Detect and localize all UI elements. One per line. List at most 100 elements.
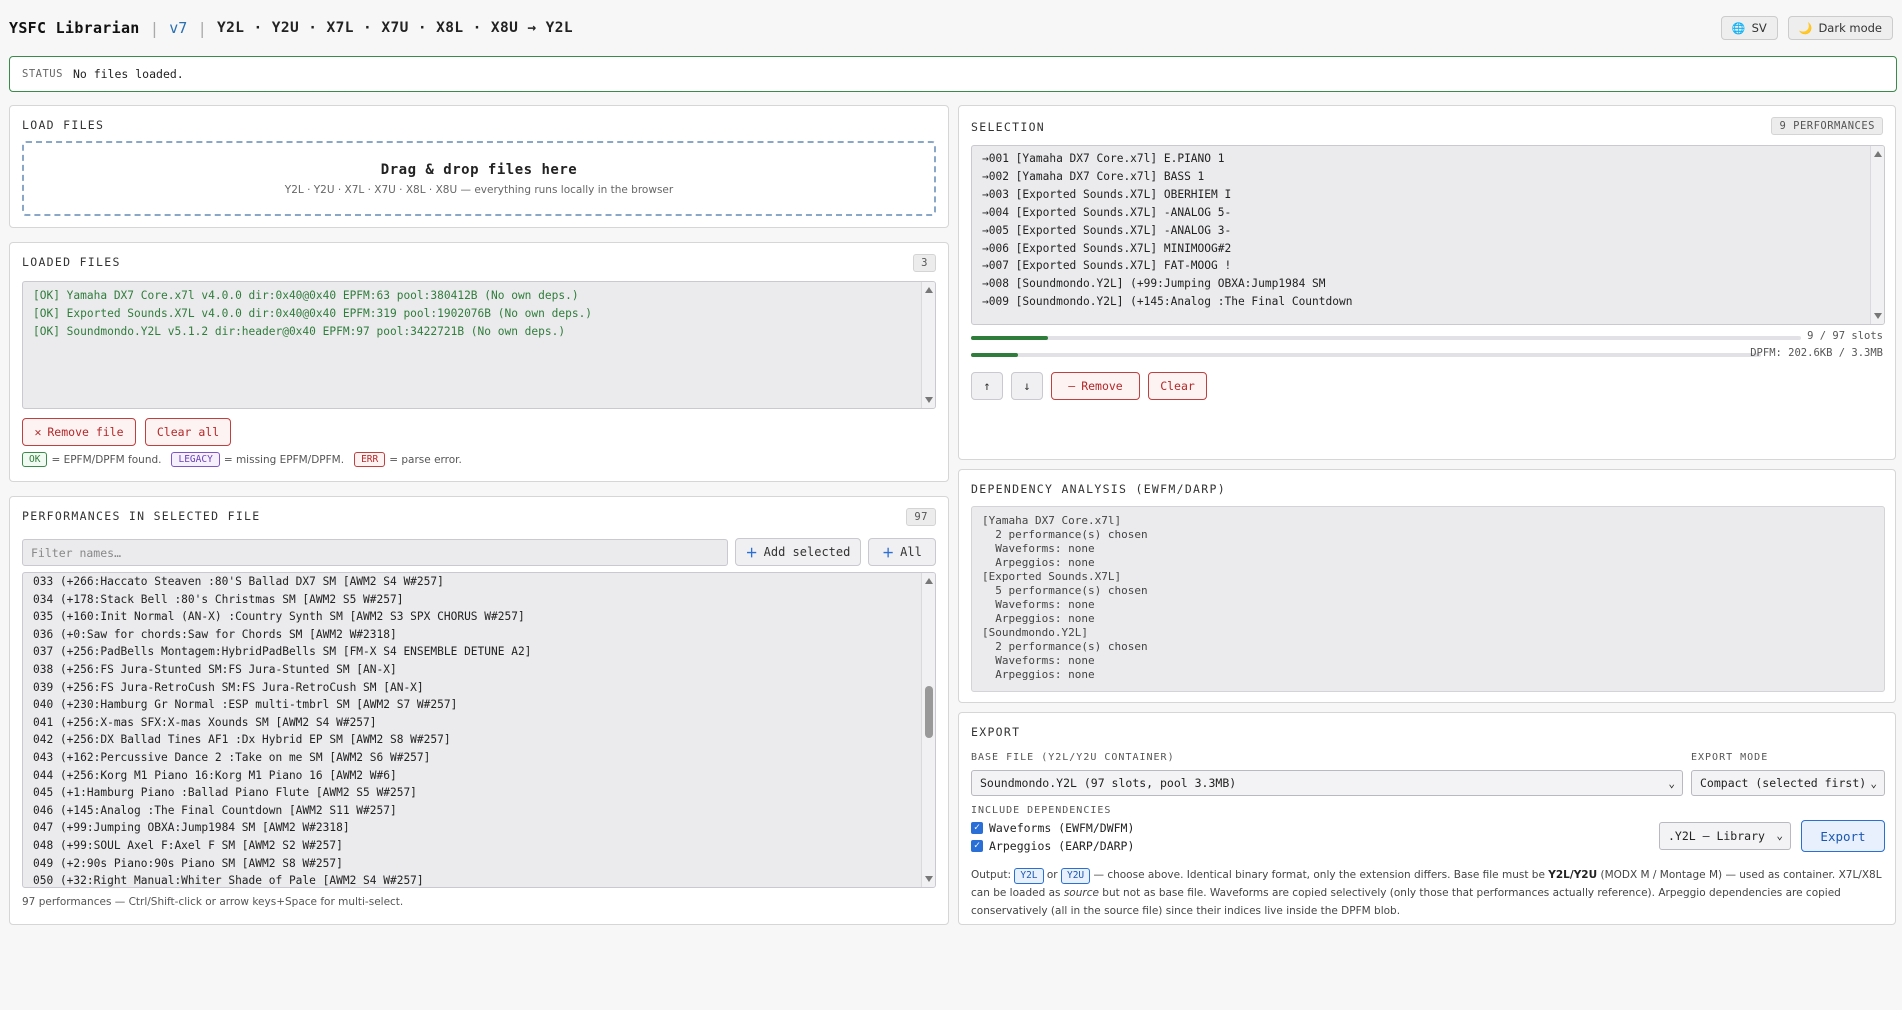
- performance-row[interactable]: 044 (+256:Korg M1 Piano 16:Korg M1 Piano…: [33, 767, 925, 785]
- status-legend: OK = EPFM/DPFM found. LEGACY = missing E…: [22, 452, 462, 467]
- drop-zone-title: Drag & drop files here: [380, 162, 578, 178]
- dark-mode-label: Dark mode: [1818, 21, 1882, 35]
- dependency-output: [Yamaha DX7 Core.x7l] 2 performance(s) c…: [971, 506, 1885, 692]
- err-tag: ERR: [354, 452, 386, 467]
- selection-row[interactable]: →006 [Exported Sounds.X7L] MINIMOOG#2: [982, 240, 1874, 258]
- dpfm-label: DPFM: 202.6KB / 3.3MB: [1750, 347, 1883, 359]
- arrow-down-icon: ↓: [1023, 379, 1031, 393]
- plus-icon: ＋: [882, 545, 895, 560]
- export-button[interactable]: Export: [1801, 820, 1885, 852]
- export-panel: EXPORT BASE FILE (Y2L/Y2U CONTAINER) Sou…: [958, 712, 1896, 925]
- format-select[interactable]: .Y2L — Library ⌄: [1659, 822, 1791, 850]
- ok-tag: OK: [22, 452, 48, 467]
- selection-panel: SELECTION 9 PERFORMANCES →001 [Yamaha DX…: [958, 105, 1896, 460]
- scroll-thumb[interactable]: [925, 686, 933, 738]
- performance-row[interactable]: 037 (+256:PadBells Montagem:HybridPadBel…: [33, 643, 925, 661]
- add-selected-button[interactable]: ＋ Add selected: [735, 538, 861, 566]
- remove-label: Remove: [1081, 379, 1123, 393]
- arrow-up-icon: ↑: [983, 379, 991, 393]
- performance-row[interactable]: 050 (+32:Right Manual:Whiter Shade of Pa…: [33, 872, 925, 887]
- loaded-file-line: [OK] Exported Sounds.X7L v4.0.0 dir:0x40…: [33, 307, 593, 320]
- arpeggios-checkbox-row[interactable]: ✓ Arpeggios (EARP/DARP): [971, 839, 1134, 853]
- add-all-label: All: [900, 545, 922, 559]
- export-mode-select[interactable]: Compact (selected first) ⌄: [1691, 770, 1885, 796]
- waveforms-label: Waveforms (EWFM/DWFM): [989, 821, 1135, 835]
- moon-icon: 🌙: [1798, 21, 1813, 35]
- performance-row[interactable]: 038 (+256:FS Jura-Stunted SM:FS Jura-Stu…: [33, 661, 925, 679]
- selection-row[interactable]: →007 [Exported Sounds.X7L] FAT-MOOG !: [982, 257, 1874, 275]
- panel-title: LOAD FILES: [22, 118, 105, 132]
- clear-all-button[interactable]: Clear all: [145, 418, 231, 446]
- scrollbar[interactable]: [921, 282, 935, 408]
- performance-row[interactable]: 047 (+99:Jumping OBXA:Jump1984 SM [AWM2 …: [33, 819, 925, 837]
- chevron-down-icon: ⌄: [1870, 777, 1877, 790]
- selection-list[interactable]: →001 [Yamaha DX7 Core.x7l] E.PIANO 1 →002…: [971, 145, 1885, 325]
- err-legend-text: = parse error.: [389, 453, 462, 466]
- selection-count: 9 PERFORMANCES: [1771, 117, 1883, 135]
- chevron-down-icon: ⌄: [1668, 777, 1675, 790]
- status-label: STATUS: [22, 68, 63, 80]
- dependency-line: Waveforms: none: [982, 598, 1095, 611]
- performance-row[interactable]: 035 (+160:Init Normal (AN-X) :Country Sy…: [33, 608, 925, 626]
- performance-row[interactable]: 033 (+266:Haccato Steaven :80'S Ballad D…: [33, 573, 925, 591]
- loaded-files-list[interactable]: [OK] Yamaha DX7 Core.x7l v4.0.0 dir:0x40…: [22, 281, 936, 409]
- scrollbar[interactable]: [1870, 146, 1884, 324]
- performance-row[interactable]: 042 (+256:DX Ballad Tines AF1 :Dx Hybrid…: [33, 731, 925, 749]
- scroll-up-icon[interactable]: [925, 287, 933, 293]
- clear-selection-button[interactable]: Clear: [1148, 372, 1207, 400]
- move-up-button[interactable]: ↑: [971, 372, 1003, 400]
- remove-selection-button[interactable]: — Remove: [1051, 372, 1140, 400]
- scrollbar[interactable]: [921, 573, 935, 887]
- checkbox-checked-icon[interactable]: ✓: [971, 840, 983, 852]
- formats-label: Y2L · Y2U · X7L · X7U · X8L · X8U → Y2L: [216, 20, 574, 36]
- performance-row[interactable]: 049 (+2:90s Piano:90s Piano SM [AWM2 S8 …: [33, 855, 925, 873]
- language-button[interactable]: 🌐 SV: [1720, 16, 1778, 40]
- performance-row[interactable]: 036 (+0:Saw for chords:Saw for Chords SM…: [33, 626, 925, 644]
- selection-row[interactable]: →003 [Exported Sounds.X7L] OBERHIEM I: [982, 186, 1874, 204]
- dpfm-progress: [971, 353, 1761, 357]
- selection-row[interactable]: →008 [Soundmondo.Y2L] (+99:Jumping OBXA:…: [982, 275, 1874, 293]
- note-bold: Y2L/Y2U: [1548, 869, 1598, 881]
- performances-list[interactable]: 033 (+266:Haccato Steaven :80'S Ballad D…: [22, 572, 936, 888]
- dark-mode-button[interactable]: 🌙 Dark mode: [1787, 16, 1893, 40]
- scroll-up-icon[interactable]: [1874, 151, 1882, 157]
- scroll-down-icon[interactable]: [925, 876, 933, 882]
- remove-file-button[interactable]: ✕ Remove file: [22, 418, 136, 446]
- performance-row[interactable]: 039 (+256:FS Jura-RetroCush SM:FS Jura-R…: [33, 679, 925, 697]
- selection-row[interactable]: →002 [Yamaha DX7 Core.x7l] BASS 1: [982, 168, 1874, 186]
- performance-row[interactable]: 048 (+99:SOUL Axel F:Axel F SM [AWM2 S2 …: [33, 837, 925, 855]
- export-label: Export: [1820, 828, 1866, 844]
- export-mode-value: Compact (selected first): [1700, 776, 1867, 790]
- scroll-down-icon[interactable]: [1874, 313, 1882, 319]
- dependency-line: [Soundmondo.Y2L]: [982, 626, 1088, 639]
- dependency-line: Arpeggios: none: [982, 612, 1095, 625]
- scroll-up-icon[interactable]: [925, 578, 933, 584]
- loaded-file-line: [OK] Soundmondo.Y2L v5.1.2 dir:header@0x…: [33, 325, 566, 338]
- selection-row[interactable]: →005 [Exported Sounds.X7L] -ANALOG 3-: [982, 222, 1874, 240]
- filter-input[interactable]: [22, 539, 728, 566]
- performance-row[interactable]: 034 (+178:Stack Bell :80's Christmas SM …: [33, 591, 925, 609]
- dependency-line: Arpeggios: none: [982, 556, 1095, 569]
- checkbox-checked-icon[interactable]: ✓: [971, 822, 983, 834]
- performance-row[interactable]: 045 (+1:Hamburg Piano :Ballad Piano Flut…: [33, 784, 925, 802]
- remove-file-label: Remove file: [47, 425, 124, 439]
- note-emphasis: source: [1063, 887, 1099, 899]
- panel-title: LOADED FILES: [22, 255, 121, 269]
- drop-zone[interactable]: Drag & drop files here Y2L · Y2U · X7L ·…: [22, 141, 936, 216]
- performance-row[interactable]: 043 (+162:Percussive Dance 2 :Take on me…: [33, 749, 925, 767]
- dependency-line: 2 performance(s) chosen: [982, 640, 1148, 653]
- base-file-select[interactable]: Soundmondo.Y2L (97 slots, pool 3.3MB) ⌄: [971, 770, 1683, 796]
- drop-zone-subtitle: Y2L · Y2U · X7L · X7U · X8L · X8U — ever…: [284, 184, 674, 196]
- dependency-line: Waveforms: none: [982, 654, 1095, 667]
- selection-row[interactable]: →004 [Exported Sounds.X7L] -ANALOG 5-: [982, 204, 1874, 222]
- move-down-button[interactable]: ↓: [1011, 372, 1043, 400]
- selection-row[interactable]: →009 [Soundmondo.Y2L] (+145:Analog :The …: [982, 293, 1874, 311]
- performance-row[interactable]: 041 (+256:X-mas SFX:X-mas Xounds SM [AWM…: [33, 714, 925, 732]
- waveforms-checkbox-row[interactable]: ✓ Waveforms (EWFM/DWFM): [971, 821, 1134, 835]
- dpfm-progress-fill: [971, 353, 1019, 357]
- add-all-button[interactable]: ＋ All: [868, 538, 936, 566]
- performance-row[interactable]: 040 (+230:Hamburg Gr Normal :ESP multi-t…: [33, 696, 925, 714]
- scroll-down-icon[interactable]: [925, 397, 933, 403]
- selection-row[interactable]: →001 [Yamaha DX7 Core.x7l] E.PIANO 1: [982, 150, 1874, 168]
- performance-row[interactable]: 046 (+145:Analog :The Final Countdown [A…: [33, 802, 925, 820]
